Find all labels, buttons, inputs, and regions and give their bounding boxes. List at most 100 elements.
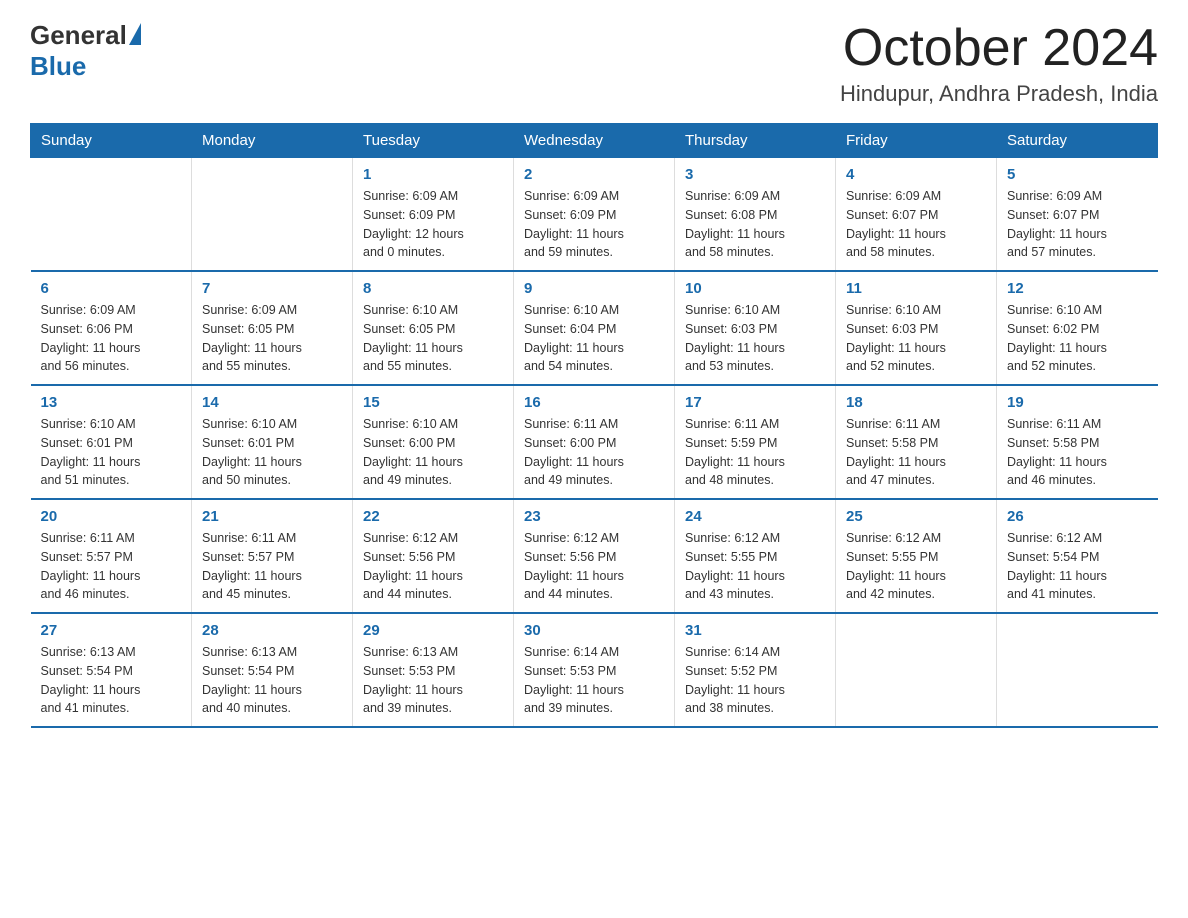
day-number: 31: [685, 622, 825, 639]
day-number: 1: [363, 166, 503, 183]
calendar-cell: 13Sunrise: 6:10 AMSunset: 6:01 PMDayligh…: [31, 385, 192, 499]
calendar-cell: 19 Sunrise: 6:11 AMSunset: 5:58 PMDayligh…: [997, 385, 1158, 499]
calendar-cell: 22Sunrise: 6:12 AMSunset: 5:56 PMDayligh…: [353, 499, 514, 613]
day-info: Sunrise: 6:10 AMSunset: 6:01 PMDaylight:…: [41, 415, 182, 490]
day-number: 7: [202, 280, 342, 297]
weekday-header-wednesday: Wednesday: [514, 124, 675, 158]
calendar-cell: [997, 613, 1158, 727]
day-number: 2: [524, 166, 664, 183]
calendar-cell: 3 Sunrise: 6:09 AMSunset: 6:08 PMDaylight…: [675, 158, 836, 272]
month-title: October 2024: [840, 20, 1158, 77]
day-info: Sunrise: 6:12 AMSunset: 5:55 PMDaylight:…: [685, 529, 825, 604]
calendar-cell: 14Sunrise: 6:10 AMSunset: 6:01 PMDayligh…: [192, 385, 353, 499]
weekday-header-thursday: Thursday: [675, 124, 836, 158]
day-number: 11: [846, 280, 986, 297]
day-info: Sunrise: 6:11 AMSunset: 5:57 PMDaylight:…: [202, 529, 342, 604]
day-info: Sunrise: 6:09 AMSunset: 6:08 PMDaylight:…: [685, 187, 825, 262]
calendar-week-row: 13Sunrise: 6:10 AMSunset: 6:01 PMDayligh…: [31, 385, 1158, 499]
day-number: 8: [363, 280, 503, 297]
day-number: 26: [1007, 508, 1148, 525]
calendar-cell: [192, 158, 353, 272]
day-info: Sunrise: 6:11 AMSunset: 5:58 PMDaylight:…: [1007, 415, 1148, 490]
day-info: Sunrise: 6:10 AMSunset: 6:01 PMDaylight:…: [202, 415, 342, 490]
weekday-header-friday: Friday: [836, 124, 997, 158]
day-number: 3: [685, 166, 825, 183]
day-info: Sunrise: 6:11 AMSunset: 5:58 PMDaylight:…: [846, 415, 986, 490]
calendar-cell: 10 Sunrise: 6:10 AMSunset: 6:03 PMDayligh…: [675, 271, 836, 385]
day-info: Sunrise: 6:14 AMSunset: 5:53 PMDaylight:…: [524, 643, 664, 718]
calendar-cell: 1 Sunrise: 6:09 AMSunset: 6:09 PMDaylight…: [353, 158, 514, 272]
title-area: October 2024 Hindupur, Andhra Pradesh, I…: [840, 20, 1158, 107]
page-header: General Blue October 2024 Hindupur, Andh…: [30, 20, 1158, 107]
calendar-cell: 12 Sunrise: 6:10 AMSunset: 6:02 PMDayligh…: [997, 271, 1158, 385]
calendar-cell: 9 Sunrise: 6:10 AMSunset: 6:04 PMDaylight…: [514, 271, 675, 385]
day-info: Sunrise: 6:09 AMSunset: 6:07 PMDaylight:…: [846, 187, 986, 262]
day-number: 21: [202, 508, 342, 525]
day-number: 15: [363, 394, 503, 411]
day-info: Sunrise: 6:11 AMSunset: 6:00 PMDaylight:…: [524, 415, 664, 490]
calendar-week-row: 27 Sunrise: 6:13 AMSunset: 5:54 PMDayligh…: [31, 613, 1158, 727]
calendar-cell: 31Sunrise: 6:14 AMSunset: 5:52 PMDayligh…: [675, 613, 836, 727]
day-number: 10: [685, 280, 825, 297]
day-number: 25: [846, 508, 986, 525]
day-info: Sunrise: 6:13 AMSunset: 5:54 PMDaylight:…: [41, 643, 182, 718]
weekday-header-monday: Monday: [192, 124, 353, 158]
calendar-cell: 11 Sunrise: 6:10 AMSunset: 6:03 PMDayligh…: [836, 271, 997, 385]
day-info: Sunrise: 6:10 AMSunset: 6:03 PMDaylight:…: [846, 301, 986, 376]
calendar-cell: 27 Sunrise: 6:13 AMSunset: 5:54 PMDayligh…: [31, 613, 192, 727]
day-number: 4: [846, 166, 986, 183]
weekday-header-tuesday: Tuesday: [353, 124, 514, 158]
day-info: Sunrise: 6:09 AMSunset: 6:09 PMDaylight:…: [524, 187, 664, 262]
calendar-cell: 7Sunrise: 6:09 AMSunset: 6:05 PMDaylight…: [192, 271, 353, 385]
day-number: 16: [524, 394, 664, 411]
day-number: 29: [363, 622, 503, 639]
calendar-cell: 15 Sunrise: 6:10 AMSunset: 6:00 PMDayligh…: [353, 385, 514, 499]
calendar-week-row: 1 Sunrise: 6:09 AMSunset: 6:09 PMDaylight…: [31, 158, 1158, 272]
calendar-cell: 4 Sunrise: 6:09 AMSunset: 6:07 PMDaylight…: [836, 158, 997, 272]
day-number: 12: [1007, 280, 1148, 297]
day-info: Sunrise: 6:09 AMSunset: 6:07 PMDaylight:…: [1007, 187, 1148, 262]
calendar-cell: 23 Sunrise: 6:12 AMSunset: 5:56 PMDayligh…: [514, 499, 675, 613]
day-number: 24: [685, 508, 825, 525]
day-info: Sunrise: 6:13 AMSunset: 5:54 PMDaylight:…: [202, 643, 342, 718]
calendar-cell: [836, 613, 997, 727]
calendar-cell: 26Sunrise: 6:12 AMSunset: 5:54 PMDayligh…: [997, 499, 1158, 613]
calendar-cell: 24 Sunrise: 6:12 AMSunset: 5:55 PMDayligh…: [675, 499, 836, 613]
calendar-cell: 8 Sunrise: 6:10 AMSunset: 6:05 PMDaylight…: [353, 271, 514, 385]
day-info: Sunrise: 6:12 AMSunset: 5:56 PMDaylight:…: [524, 529, 664, 604]
logo-triangle-icon: [129, 23, 141, 45]
day-number: 30: [524, 622, 664, 639]
calendar-cell: 20 Sunrise: 6:11 AMSunset: 5:57 PMDayligh…: [31, 499, 192, 613]
calendar-cell: 21 Sunrise: 6:11 AMSunset: 5:57 PMDayligh…: [192, 499, 353, 613]
calendar-week-row: 6Sunrise: 6:09 AMSunset: 6:06 PMDaylight…: [31, 271, 1158, 385]
weekday-header-saturday: Saturday: [997, 124, 1158, 158]
calendar-cell: 5Sunrise: 6:09 AMSunset: 6:07 PMDaylight…: [997, 158, 1158, 272]
day-number: 19: [1007, 394, 1148, 411]
day-info: Sunrise: 6:10 AMSunset: 6:00 PMDaylight:…: [363, 415, 503, 490]
calendar-week-row: 20 Sunrise: 6:11 AMSunset: 5:57 PMDayligh…: [31, 499, 1158, 613]
day-number: 9: [524, 280, 664, 297]
day-info: Sunrise: 6:10 AMSunset: 6:05 PMDaylight:…: [363, 301, 503, 376]
day-number: 18: [846, 394, 986, 411]
calendar-cell: 29Sunrise: 6:13 AMSunset: 5:53 PMDayligh…: [353, 613, 514, 727]
weekday-header-row: SundayMondayTuesdayWednesdayThursdayFrid…: [31, 124, 1158, 158]
location-title: Hindupur, Andhra Pradesh, India: [840, 81, 1158, 107]
day-info: Sunrise: 6:10 AMSunset: 6:04 PMDaylight:…: [524, 301, 664, 376]
calendar-cell: 16 Sunrise: 6:11 AMSunset: 6:00 PMDayligh…: [514, 385, 675, 499]
day-info: Sunrise: 6:12 AMSunset: 5:56 PMDaylight:…: [363, 529, 503, 604]
day-number: 20: [41, 508, 182, 525]
weekday-header-sunday: Sunday: [31, 124, 192, 158]
day-info: Sunrise: 6:11 AMSunset: 5:57 PMDaylight:…: [41, 529, 182, 604]
day-info: Sunrise: 6:10 AMSunset: 6:03 PMDaylight:…: [685, 301, 825, 376]
calendar-cell: 2 Sunrise: 6:09 AMSunset: 6:09 PMDaylight…: [514, 158, 675, 272]
day-number: 23: [524, 508, 664, 525]
calendar-cell: 25Sunrise: 6:12 AMSunset: 5:55 PMDayligh…: [836, 499, 997, 613]
day-info: Sunrise: 6:09 AMSunset: 6:09 PMDaylight:…: [363, 187, 503, 262]
day-number: 27: [41, 622, 182, 639]
logo-general-text: General: [30, 20, 127, 51]
calendar-cell: 28Sunrise: 6:13 AMSunset: 5:54 PMDayligh…: [192, 613, 353, 727]
calendar-cell: [31, 158, 192, 272]
day-info: Sunrise: 6:11 AMSunset: 5:59 PMDaylight:…: [685, 415, 825, 490]
day-info: Sunrise: 6:10 AMSunset: 6:02 PMDaylight:…: [1007, 301, 1148, 376]
logo-blue-text: Blue: [30, 51, 86, 82]
